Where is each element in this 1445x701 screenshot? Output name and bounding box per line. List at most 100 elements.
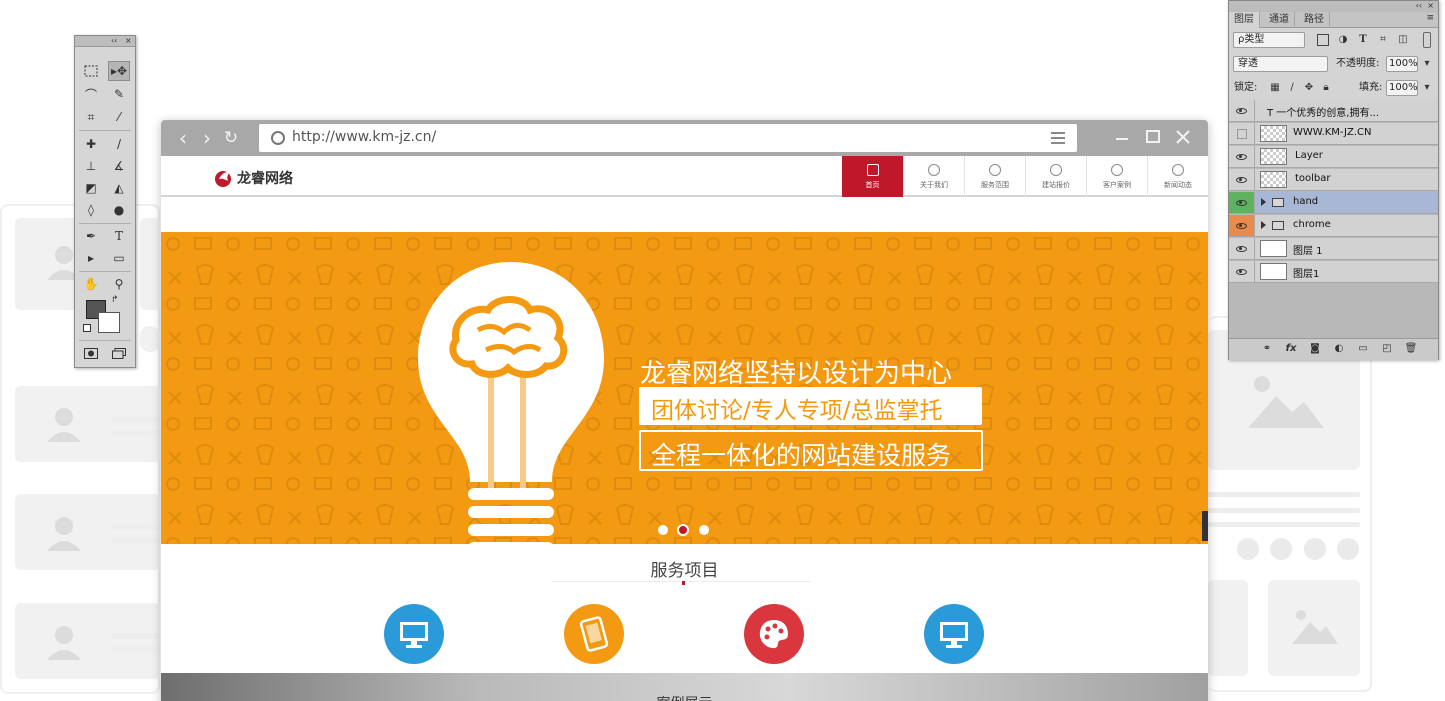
- visibility-toggle[interactable]: [1229, 123, 1255, 144]
- move-tool-icon[interactable]: ▸✥: [108, 61, 130, 81]
- lock-all-icon[interactable]: 🔒︎: [1320, 82, 1332, 94]
- quick-mask-icon[interactable]: [80, 343, 102, 363]
- blend-mode-select[interactable]: 穿透: [1233, 56, 1328, 72]
- pen-tool-icon[interactable]: ✒: [80, 226, 102, 246]
- reload-icon[interactable]: ↻: [221, 128, 241, 148]
- type-tool-icon[interactable]: T: [108, 226, 130, 246]
- swap-colors-icon[interactable]: ↱: [111, 295, 119, 305]
- add-mask-icon[interactable]: ◙: [1308, 343, 1322, 355]
- filter-image-icon[interactable]: [1317, 34, 1329, 46]
- service-web-design[interactable]: [384, 604, 444, 664]
- layer-row-text[interactable]: T 一个优秀的创意,拥有...: [1229, 100, 1438, 122]
- collapse-icon[interactable]: ‹‹: [1416, 1, 1422, 11]
- brush-tool-icon[interactable]: ∕: [108, 134, 130, 154]
- minimize-button[interactable]: [1111, 126, 1133, 148]
- service-graphic-design[interactable]: [744, 604, 804, 664]
- fill-dropdown-icon[interactable]: ▾: [1421, 82, 1433, 94]
- path-select-icon[interactable]: ▸: [80, 248, 102, 268]
- layer-row-layer[interactable]: Layer: [1229, 146, 1438, 168]
- nav-item-home[interactable]: 首页: [842, 156, 903, 197]
- tab-paths[interactable]: 路径: [1299, 12, 1330, 28]
- collapse-icon[interactable]: ‹‹: [111, 36, 117, 46]
- dodge-tool-icon[interactable]: ●: [108, 200, 130, 220]
- filter-kind-select[interactable]: ρ类型: [1233, 32, 1305, 48]
- lasso-tool-icon[interactable]: ⌒: [80, 84, 102, 104]
- forward-button[interactable]: ›: [197, 128, 217, 148]
- nav-item-news[interactable]: 新闻动态: [1147, 156, 1208, 197]
- trash-icon[interactable]: 🗑︎: [1404, 343, 1418, 355]
- layer-row-chrome[interactable]: chrome: [1229, 215, 1438, 237]
- address-bar[interactable]: http://www.km-jz.cn/: [259, 124, 1077, 152]
- layer-row-hand[interactable]: hand: [1229, 192, 1438, 214]
- fill-input[interactable]: 100%: [1386, 80, 1418, 96]
- expand-arrow-icon[interactable]: [1261, 221, 1266, 229]
- slide-dot-1[interactable]: [658, 525, 668, 535]
- rectangle-tool-icon[interactable]: ▭: [108, 248, 130, 268]
- background-color-swatch[interactable]: [98, 312, 120, 333]
- close-icon[interactable]: ×: [1427, 1, 1434, 11]
- new-layer-icon[interactable]: ◰: [1380, 343, 1394, 355]
- visibility-toggle[interactable]: [1229, 100, 1255, 121]
- tab-channels[interactable]: 通道: [1264, 12, 1295, 28]
- visibility-toggle[interactable]: [1229, 261, 1255, 282]
- healing-brush-icon[interactable]: ✚: [80, 134, 102, 154]
- eraser-tool-icon[interactable]: ◩: [80, 178, 102, 198]
- nav-item-pricing[interactable]: 建站报价: [1025, 156, 1086, 197]
- visibility-toggle[interactable]: [1229, 215, 1255, 236]
- filter-type-icon[interactable]: T: [1357, 34, 1369, 46]
- menu-icon[interactable]: [1051, 132, 1065, 144]
- site-logo[interactable]: 龙睿网络: [213, 167, 293, 189]
- opacity-input[interactable]: 100%: [1386, 56, 1418, 72]
- quick-select-tool-icon[interactable]: ✎: [108, 84, 130, 104]
- screen-mode-icon[interactable]: [108, 343, 130, 363]
- history-brush-icon[interactable]: ∡: [108, 156, 130, 176]
- layers-panel-header[interactable]: ‹‹ ×: [1229, 1, 1438, 12]
- filter-adjustment-icon[interactable]: ◑: [1337, 34, 1349, 46]
- marquee-tool-icon[interactable]: [80, 61, 102, 81]
- expand-arrow-icon[interactable]: [1261, 198, 1266, 206]
- zoom-tool-icon[interactable]: ⚲: [108, 274, 130, 294]
- service-mobile[interactable]: [564, 604, 624, 664]
- filter-toggle-icon[interactable]: [1423, 32, 1431, 48]
- service-web-dev[interactable]: [924, 604, 984, 664]
- ghost-image-icon: [1248, 376, 1324, 428]
- panel-menu-icon[interactable]: ≡: [1426, 13, 1434, 23]
- close-button[interactable]: [1172, 126, 1194, 148]
- visibility-toggle[interactable]: [1229, 146, 1255, 167]
- layer-row-toolbar[interactable]: toolbar: [1229, 169, 1438, 191]
- link-layers-icon[interactable]: ⚭: [1260, 343, 1274, 355]
- lock-transparency-icon[interactable]: ▦: [1269, 82, 1281, 94]
- nav-item-cases[interactable]: 客户案例: [1086, 156, 1147, 197]
- adjustment-layer-icon[interactable]: ◐: [1332, 343, 1346, 355]
- lock-position-icon[interactable]: ✥: [1303, 82, 1315, 94]
- visibility-toggle[interactable]: [1229, 238, 1255, 259]
- close-icon[interactable]: ×: [125, 36, 132, 46]
- visibility-toggle[interactable]: [1229, 169, 1255, 190]
- layer-row-layer1[interactable]: 图层1: [1229, 261, 1438, 283]
- slide-dot-2[interactable]: [677, 524, 689, 536]
- layer-row-url[interactable]: WWW.KM-JZ.CN: [1229, 123, 1438, 145]
- tools-panel-header[interactable]: ‹‹ ×: [75, 36, 135, 47]
- crop-tool-icon[interactable]: ⌗: [80, 107, 102, 127]
- maximize-button[interactable]: [1142, 126, 1164, 148]
- layer-row-layer-1[interactable]: 图层 1: [1229, 238, 1438, 260]
- tab-layers[interactable]: 图层: [1229, 12, 1260, 28]
- paint-bucket-icon[interactable]: ◭: [108, 178, 130, 198]
- opacity-dropdown-icon[interactable]: ▾: [1421, 58, 1433, 70]
- blur-tool-icon[interactable]: ◊: [80, 200, 102, 220]
- visibility-toggle[interactable]: [1229, 192, 1255, 213]
- default-colors-icon[interactable]: [83, 324, 91, 332]
- lock-pixels-icon[interactable]: ∕: [1286, 82, 1298, 94]
- filter-shape-icon[interactable]: ⌗: [1377, 34, 1389, 46]
- slide-dot-3[interactable]: [699, 525, 709, 535]
- filter-smart-object-icon[interactable]: ◫: [1397, 34, 1409, 46]
- new-group-icon[interactable]: ▭: [1356, 343, 1370, 355]
- eyedropper-tool-icon[interactable]: ⁄: [108, 107, 130, 127]
- stamp-tool-icon[interactable]: ⊥: [80, 156, 102, 176]
- hand-tool-icon[interactable]: ✋: [80, 274, 102, 294]
- nav-item-about[interactable]: 关于我们: [903, 156, 964, 197]
- nav-item-services[interactable]: 服务范围: [964, 156, 1025, 197]
- scroll-handle[interactable]: [1202, 511, 1208, 541]
- back-button[interactable]: ‹: [173, 128, 193, 148]
- fx-icon[interactable]: fx: [1284, 343, 1298, 355]
